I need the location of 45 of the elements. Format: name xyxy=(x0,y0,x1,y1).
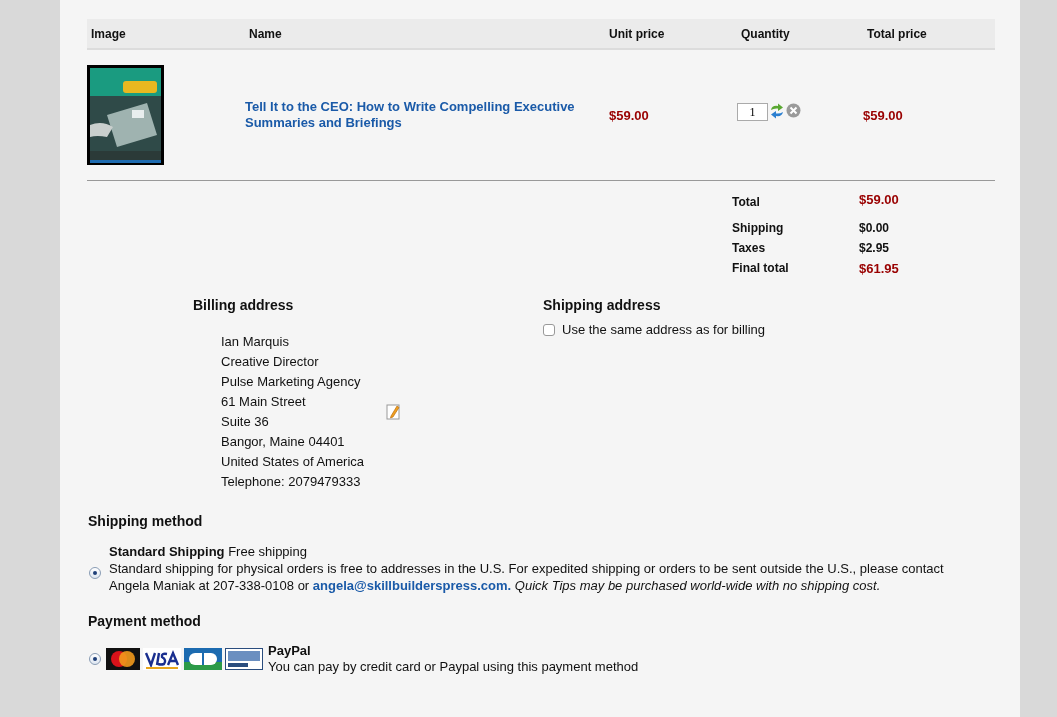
address-line: Creative Director xyxy=(221,354,320,369)
option-description: You can pay by credit card or Paypal using this payment method xyxy=(268,659,639,675)
total-label: Total xyxy=(732,195,761,209)
address-line: Telephone: 2079479333 xyxy=(221,474,362,489)
refresh-icon[interactable] xyxy=(769,103,785,119)
option-title: PayPal xyxy=(268,643,312,659)
total-label: Shipping xyxy=(732,221,785,235)
section-heading: Shipping method xyxy=(88,513,204,529)
product-link[interactable]: Tell It to the CEO: How to Write Compelling Executive Summaries and Briefings xyxy=(245,99,609,131)
total-value: $59.00 xyxy=(859,192,900,209)
section-heading: Payment method xyxy=(88,613,202,629)
total-value: $0.00 xyxy=(859,221,891,235)
checkbox[interactable] xyxy=(543,323,555,336)
card-icon xyxy=(225,648,263,670)
total-value: $2.95 xyxy=(859,241,891,255)
section-heading: Shipping address xyxy=(543,297,662,313)
edit-icon[interactable] xyxy=(386,403,403,420)
checkbox-label: Use the same address as for billing xyxy=(562,322,766,337)
column-header: Image xyxy=(90,26,127,41)
radio-button[interactable] xyxy=(89,566,101,579)
total-value: $61.95 xyxy=(859,261,900,276)
card-icon xyxy=(143,648,181,670)
column-header: Unit price xyxy=(609,26,666,41)
total-label: Final total xyxy=(732,261,790,276)
total-price: $59.00 xyxy=(863,107,904,123)
remove-icon[interactable] xyxy=(786,103,801,118)
option-description: Standard shipping for physical orders is free to addresses in the U.S. For expedited shipping or orders to be sent outside the U.S., please contact Angela Maniak at 207-338-0108 or angela@skillbuilderspress.com. Quick Tips may be purchased world-wide with no shipping cost. xyxy=(109,560,945,594)
total-label: Taxes xyxy=(732,241,767,255)
card-icon xyxy=(106,648,140,670)
section-heading: Billing address xyxy=(193,297,295,313)
address-line: Bangor, Maine 04401 xyxy=(221,434,346,449)
column-header: Total price xyxy=(866,26,928,41)
option-title: Standard Shipping Free shipping xyxy=(109,543,308,560)
radio-button[interactable] xyxy=(89,653,101,665)
column-header: Name xyxy=(248,26,283,41)
card-icon xyxy=(184,648,222,670)
email-link[interactable]: angela@skillbuilderspress.com. xyxy=(312,578,512,593)
address-line: Ian Marquis xyxy=(221,334,290,349)
address-line: Suite 36 xyxy=(221,414,270,429)
address-line: United States of America xyxy=(221,454,365,469)
address-line: Pulse Marketing Agency xyxy=(221,374,362,389)
column-header: Quantity xyxy=(740,26,791,41)
quantity-field[interactable]: 1 xyxy=(737,103,768,121)
address-line: 61 Main Street xyxy=(221,394,307,409)
unit-price: $59.00 xyxy=(609,107,650,123)
